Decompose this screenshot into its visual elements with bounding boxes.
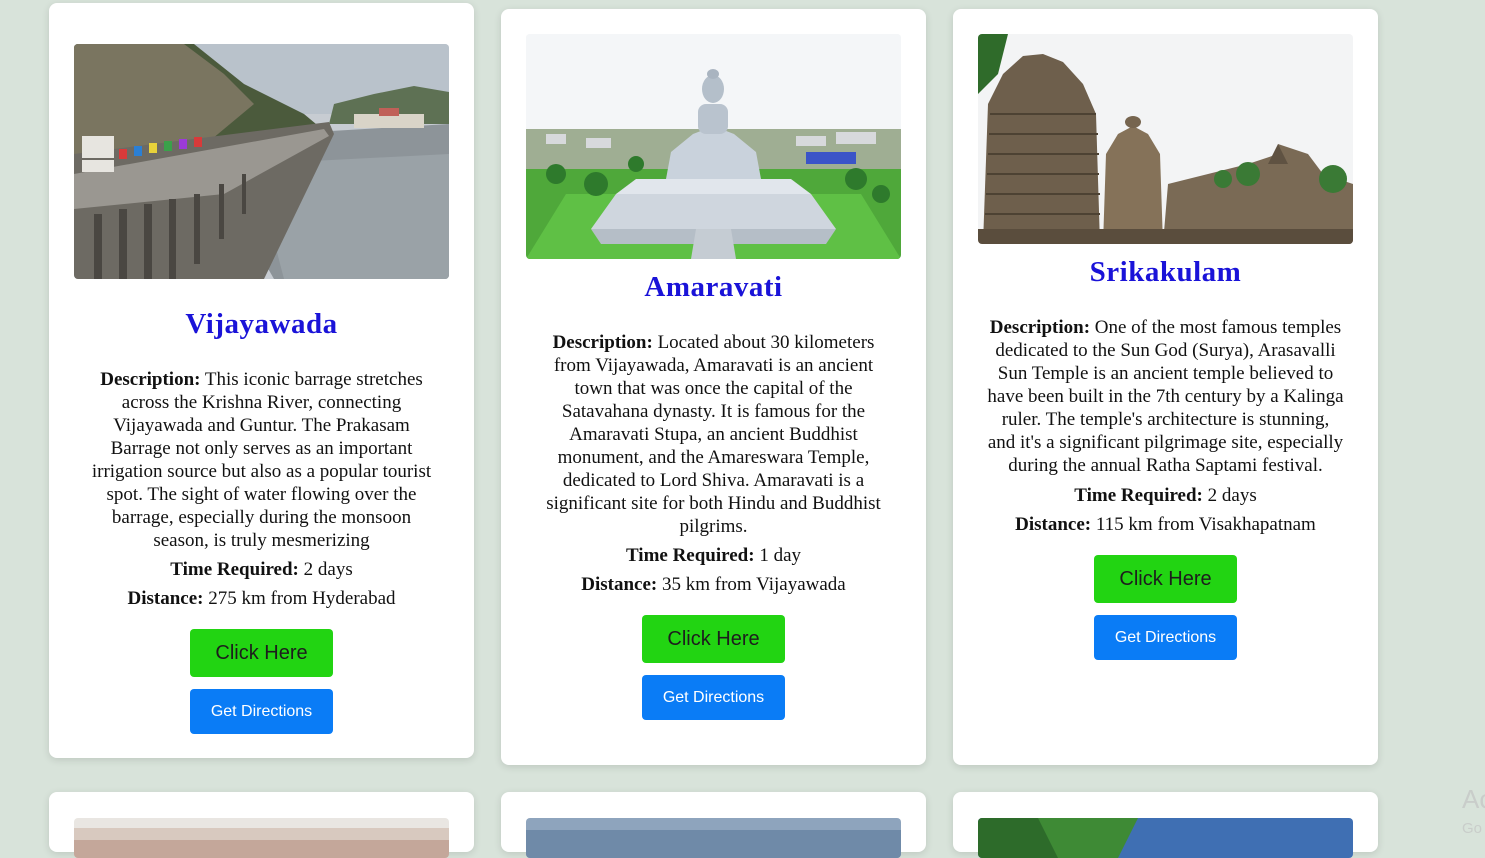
description-label: Description: bbox=[100, 369, 201, 390]
destination-card-amaravati: Amaravati Description: Located about 30 … bbox=[501, 9, 926, 765]
buddha-statue-image bbox=[526, 34, 901, 259]
distance-label: Distance: bbox=[127, 588, 204, 609]
time-required: Time Required: 2 days bbox=[963, 484, 1368, 507]
distance-value: 35 km from Vijayawada bbox=[657, 574, 846, 595]
destination-description: Description: One of the most famous temp… bbox=[986, 316, 1345, 477]
destination-image bbox=[978, 818, 1353, 858]
activation-watermark: Ac bbox=[1462, 784, 1485, 814]
get-directions-button[interactable]: Get Directions bbox=[1094, 615, 1237, 660]
time-value: 1 day bbox=[754, 545, 802, 566]
destination-card-row2-2 bbox=[501, 792, 926, 858]
time-value: 2 days bbox=[1202, 485, 1257, 506]
time-label: Time Required: bbox=[170, 559, 299, 580]
destination-description: Description: This iconic barrage stretch… bbox=[82, 368, 441, 552]
distance: Distance: 115 km from Visakhapatnam bbox=[963, 513, 1368, 536]
distance-label: Distance: bbox=[581, 574, 658, 595]
destination-card-row2-1 bbox=[49, 792, 474, 858]
destination-title: Vijayawada bbox=[185, 308, 338, 340]
time-label: Time Required: bbox=[1074, 485, 1203, 506]
sun-temple-image bbox=[978, 34, 1353, 244]
destination-title: Srikakulam bbox=[1089, 256, 1242, 288]
time-label: Time Required: bbox=[625, 545, 755, 566]
destination-image bbox=[74, 818, 449, 858]
click-here-button[interactable]: Click Here bbox=[642, 615, 785, 663]
time-required: Time Required: 1 day bbox=[511, 544, 916, 567]
distance-label: Distance: bbox=[1015, 514, 1092, 535]
description-text: One of the most famous temples dedicated… bbox=[987, 317, 1344, 476]
time-value: 2 days bbox=[298, 559, 353, 580]
description-text: This iconic barrage stretches across the… bbox=[91, 369, 432, 551]
distance-value: 115 km from Visakhapatnam bbox=[1091, 514, 1316, 535]
destination-title: Amaravati bbox=[644, 271, 783, 303]
click-here-button[interactable]: Click Here bbox=[1094, 555, 1237, 603]
distance: Distance: 275 km from Hyderabad bbox=[59, 587, 464, 610]
distance-value: 275 km from Hyderabad bbox=[203, 588, 396, 609]
activation-watermark-sub: Go bbox=[1462, 820, 1483, 837]
get-directions-button[interactable]: Get Directions bbox=[190, 689, 333, 734]
time-required: Time Required: 2 days bbox=[59, 558, 464, 581]
distance: Distance: 35 km from Vijayawada bbox=[511, 573, 916, 596]
barrage-image bbox=[74, 44, 449, 279]
get-directions-button[interactable]: Get Directions bbox=[642, 675, 785, 720]
click-here-button[interactable]: Click Here bbox=[190, 629, 333, 677]
destination-card-vijayawada: Vijayawada Description: This iconic barr… bbox=[49, 3, 474, 758]
destination-card-srikakulam: Srikakulam Description: One of the most … bbox=[953, 9, 1378, 765]
description-label: Description: bbox=[552, 332, 653, 353]
destination-description: Description: Located about 30 kilometers… bbox=[534, 331, 893, 538]
description-text: Located about 30 kilometers from Vijayaw… bbox=[546, 332, 881, 537]
destination-card-row2-3 bbox=[953, 792, 1378, 858]
destination-image bbox=[526, 818, 901, 858]
description-label: Description: bbox=[989, 317, 1091, 338]
